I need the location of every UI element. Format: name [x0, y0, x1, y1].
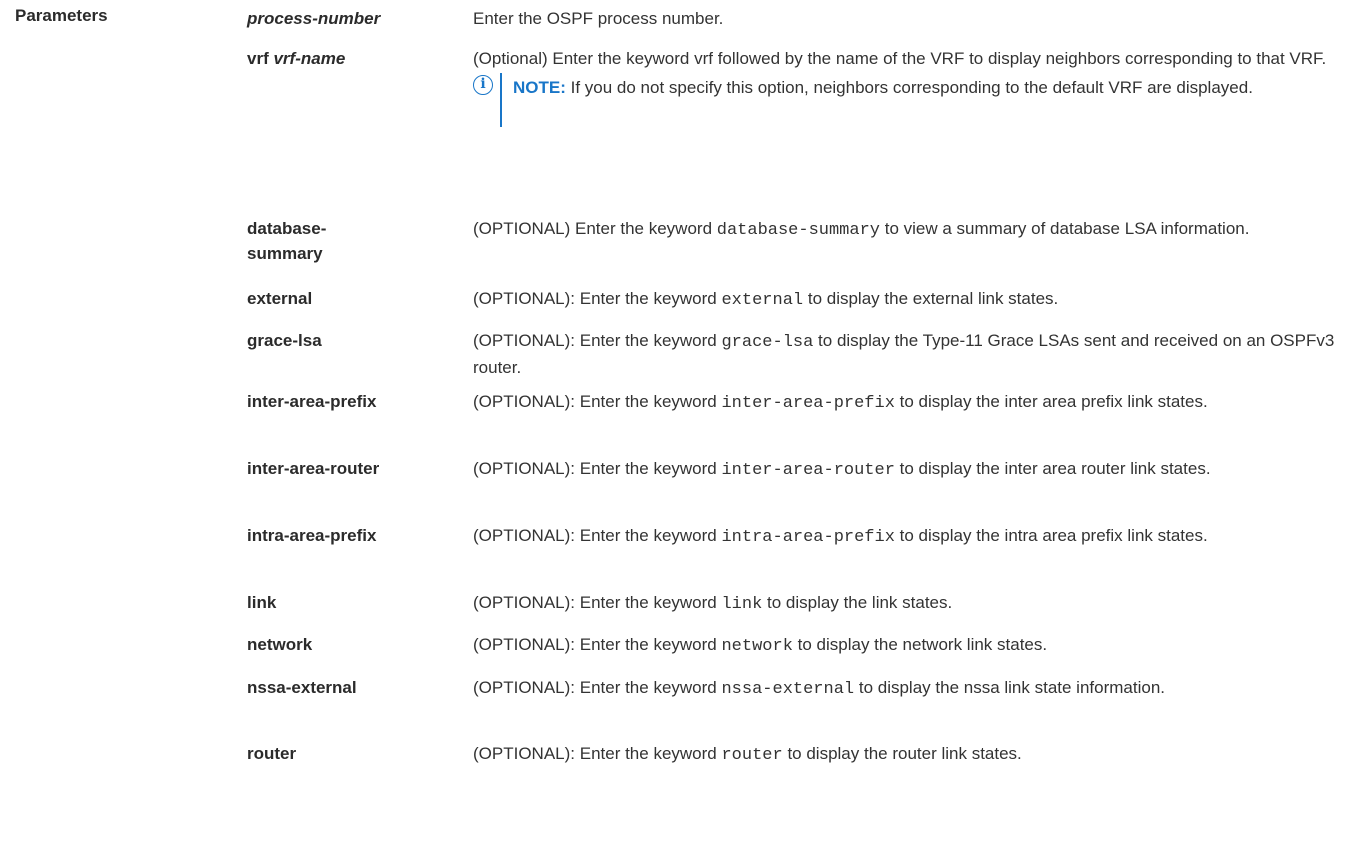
param-desc: (OPTIONAL): Enter the keyword external t…: [473, 289, 1059, 310]
param-desc: (OPTIONAL): Enter the keyword router to …: [473, 744, 1022, 765]
param-desc: (Optional) Enter the keyword vrf followe…: [473, 46, 1353, 127]
note-callout: i NOTE: If you do not specify this optio…: [473, 73, 1353, 127]
param-desc-text: (Optional) Enter the keyword vrf followe…: [473, 49, 1327, 68]
param-term: process-number: [247, 9, 381, 28]
param-desc: (OPTIONAL): Enter the keyword inter-area…: [473, 459, 1211, 480]
param-keyword-code: inter-area-prefix: [721, 394, 895, 413]
note-text: If you do not specify this option, neigh…: [570, 78, 1253, 97]
param-term: router: [247, 744, 297, 763]
param-keyword-code: link: [721, 595, 763, 614]
param-keyword-code: external: [721, 291, 804, 310]
section-label-parameters: Parameters: [15, 6, 108, 25]
param-term: inter-area-prefix: [247, 392, 377, 411]
param-keyword-code: inter-area-router: [721, 461, 895, 480]
param-term: database-summary: [247, 219, 327, 263]
param-term: grace-lsa: [247, 331, 322, 350]
param-term: inter-area-router: [247, 459, 380, 478]
param-desc: (OPTIONAL): Enter the keyword link to di…: [473, 593, 953, 614]
param-desc: (OPTIONAL): Enter the keyword intra-area…: [473, 526, 1208, 547]
param-keyword-code: router: [721, 746, 783, 765]
param-term: link: [247, 593, 277, 612]
param-keyword-code: nssa-external: [721, 680, 855, 699]
param-keyword-code: intra-area-prefix: [721, 528, 895, 547]
param-keyword-code: network: [721, 637, 793, 656]
param-desc: (OPTIONAL) Enter the keyword database-su…: [473, 219, 1250, 240]
param-desc: (OPTIONAL): Enter the keyword network to…: [473, 635, 1048, 656]
param-desc: (OPTIONAL): Enter the keyword grace-lsa …: [473, 331, 1335, 377]
param-desc: Enter the OSPF process number.: [473, 9, 724, 28]
param-term: intra-area-prefix: [247, 526, 377, 545]
param-desc: (OPTIONAL): Enter the keyword nssa-exter…: [473, 678, 1166, 699]
info-icon: i: [473, 75, 493, 95]
param-term: network: [247, 635, 313, 654]
note-label: NOTE:: [513, 78, 566, 97]
param-keyword-code: database-summary: [716, 221, 880, 240]
param-term: nssa-external: [247, 678, 357, 697]
param-desc: (OPTIONAL): Enter the keyword inter-area…: [473, 392, 1208, 413]
param-term: external: [247, 289, 313, 308]
note-text-block: NOTE: If you do not specify this option,…: [513, 73, 1353, 103]
param-term: vrf vrf-name: [247, 49, 346, 68]
note-divider: [500, 73, 502, 127]
param-keyword-code: grace-lsa: [721, 333, 814, 352]
